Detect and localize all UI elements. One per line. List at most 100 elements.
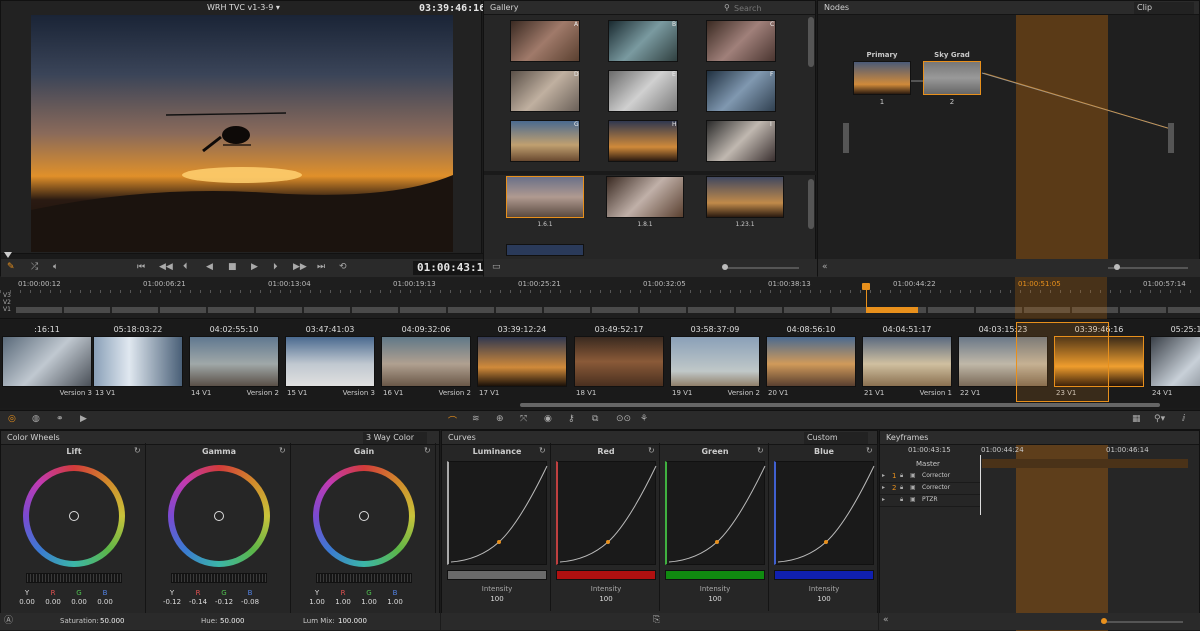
node-2[interactable] [923,61,981,95]
collapse-icon[interactable]: « [822,262,828,272]
reset-icon[interactable]: ↻ [757,446,764,455]
previous-clip-icon[interactable]: ◀◀ [159,262,173,272]
gallery-zoom-slider[interactable] [724,267,799,269]
channel-value-b[interactable]: -0.08 [237,598,263,606]
clip-thumbnail[interactable] [189,336,279,387]
pen-tool-icon[interactable]: ✎ [7,262,15,272]
expand-arrow-icon[interactable]: ▸ [882,472,885,479]
channel-value-b[interactable]: 0.00 [92,598,118,606]
kf-row-track[interactable] [880,506,980,507]
intensity-value[interactable]: 100 [443,595,551,603]
memory-thumbnail-partial[interactable] [506,244,584,256]
kf-zoom-slider[interactable] [1101,621,1183,623]
channel-value-b[interactable]: 1.00 [382,598,408,606]
lock-icon[interactable]: 🔒︎ [900,484,903,492]
key-tab-icon[interactable]: ⚷ [568,414,575,424]
clip-thumbnail[interactable] [862,336,952,387]
clip-thumbnail[interactable] [2,336,92,387]
curve-graph[interactable] [556,461,657,565]
color-wheel[interactable] [168,465,270,567]
gallery-still[interactable] [510,70,580,112]
channel-value-r[interactable]: -0.14 [185,598,211,606]
motion-tab-icon[interactable]: ⚭ [56,414,64,424]
step-back-icon[interactable]: ⏴︎ [183,262,188,272]
filmstrip-scrollbar[interactable] [520,403,1160,407]
curve-graph[interactable] [774,461,875,565]
tracker-tab-icon[interactable]: ⤧ [520,414,527,424]
current-clip-segment[interactable] [866,307,918,313]
scrubber-handle[interactable] [4,252,12,258]
clip-thumbnail[interactable] [93,336,183,387]
reset-icon[interactable]: ↻ [866,446,873,455]
loop-icon[interactable]: ⟲ [339,262,347,272]
memories-scrollbar[interactable] [808,179,814,229]
clip-menu[interactable]: WRH TVC v1-3-9 ▾ [207,3,280,12]
kf-row-track[interactable] [880,494,980,495]
intensity-value[interactable]: 100 [770,595,878,603]
album-icon[interactable]: ▭ [492,262,501,272]
stop-icon[interactable]: ■ [228,262,237,272]
color-wheels-tab-icon[interactable]: ◎ [8,414,16,424]
clip-thumbnail[interactable] [1150,336,1200,387]
camera-raw-tab-icon[interactable]: ▶ [80,414,87,424]
memory-thumbnail[interactable] [706,176,784,218]
gallery-still[interactable] [706,20,776,62]
shuffle-icon[interactable]: ⤮ [31,262,38,272]
channel-value-r[interactable]: 1.00 [330,598,356,606]
reset-icon[interactable]: ↻ [648,446,655,455]
master-wheel-slider[interactable] [316,573,412,583]
search-tool-icon[interactable]: ⚲▾ [1154,414,1165,424]
gallery-still[interactable] [510,20,580,62]
channel-value-g[interactable]: 0.00 [66,598,92,606]
lock-icon[interactable]: 🔒︎ [900,496,903,504]
expand-arrow-icon[interactable]: ▸ [882,496,885,503]
curve-graph[interactable] [665,461,766,565]
gallery-still[interactable] [608,70,678,112]
play-reverse-icon[interactable]: ◀ [206,262,213,272]
scopes-tab-icon[interactable]: ⚘ [640,414,648,424]
saturation-value[interactable]: 50.000 [100,613,125,630]
play-icon[interactable]: ▶ [251,262,258,272]
auto-balance-icon[interactable]: Ⓐ [4,613,13,630]
clip-thumbnail[interactable] [477,336,567,387]
intensity-value[interactable]: 100 [661,595,769,603]
gallery-still[interactable] [706,120,776,162]
gallery-still[interactable] [706,70,776,112]
wheel-puck[interactable] [214,511,224,521]
node-input-terminal[interactable] [843,123,849,153]
node-output-terminal[interactable] [1168,123,1174,153]
channel-value-g[interactable]: 1.00 [356,598,382,606]
reset-curves-icon[interactable]: ⎘ [653,615,660,625]
kf-master-track[interactable] [982,459,1188,468]
go-to-end-icon[interactable]: ⏭︎ [317,262,325,272]
clip-thumbnail[interactable] [381,336,471,387]
wheel-puck[interactable] [69,511,79,521]
gallery-scrollbar[interactable] [808,17,814,67]
color-wheel[interactable] [313,465,415,567]
memory-thumbnail[interactable] [606,176,684,218]
clip-thumbnail[interactable] [766,336,856,387]
kf-zoom-handle[interactable] [1101,618,1107,624]
sizing-tab-icon[interactable]: ⧉ [592,414,598,424]
reset-icon[interactable]: ↻ [539,446,546,455]
clip-thumbnail[interactable] [670,336,760,387]
go-to-start-icon[interactable]: ⏮︎ [137,262,145,272]
lum-mix-value[interactable]: 100.000 [338,613,367,630]
rgb-mixer-tab-icon[interactable]: ◍ [32,414,40,424]
search-icon[interactable]: ⚲ [724,1,730,15]
reset-icon[interactable]: ↻ [279,446,286,455]
lock-icon[interactable]: 🔒︎ [900,472,903,480]
intensity-value[interactable]: 100 [552,595,660,603]
speaker-icon[interactable]: 🔈︎ [53,262,58,272]
window-tab-icon[interactable]: ⊕ [496,414,504,424]
wheel-puck[interactable] [359,511,369,521]
step-forward-icon[interactable]: ⏵︎ [273,262,278,272]
curve-graph[interactable] [447,461,548,565]
kf-collapse-icon[interactable]: « [883,615,889,625]
gallery-zoom-handle[interactable] [722,264,728,270]
nodes-zoom-slider[interactable] [1108,267,1188,269]
info-icon[interactable]: ⅈ [1182,414,1185,424]
channel-value-y[interactable]: 1.00 [304,598,330,606]
gallery-still[interactable] [608,20,678,62]
node-1[interactable] [853,61,911,95]
